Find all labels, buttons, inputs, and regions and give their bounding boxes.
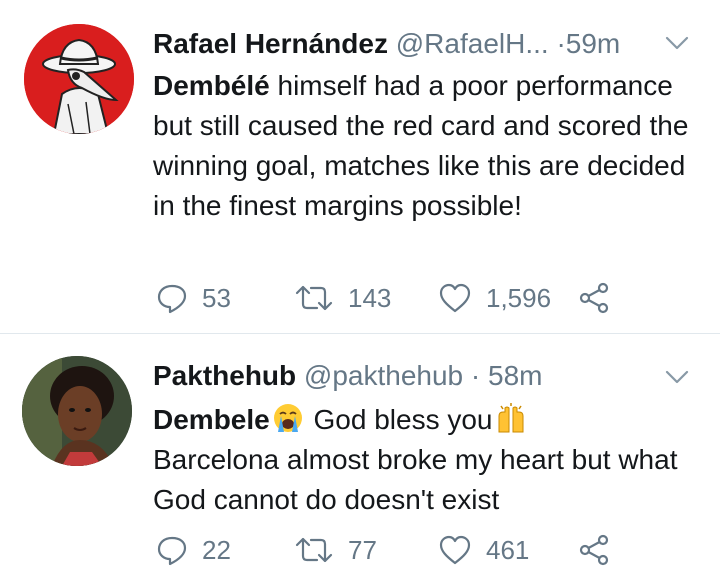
chevron-down-icon[interactable] xyxy=(664,368,690,386)
author-handle[interactable]: @RafaelH... xyxy=(396,28,549,59)
heart-icon xyxy=(439,283,471,313)
retweet-button[interactable]: 143 xyxy=(294,278,391,318)
chevron-down-icon[interactable] xyxy=(664,34,690,52)
like-button[interactable]: 1,596 xyxy=(438,278,551,318)
tweet[interactable]: Rafael Hernández @RafaelH... ·59m Dembél… xyxy=(0,0,720,333)
tweet-text-bold: Dembele xyxy=(153,404,270,435)
heart-icon xyxy=(439,535,471,565)
tweet-text: Dembélé himself had a poor performance b… xyxy=(153,66,693,226)
tweet-text-mid: God bless you xyxy=(305,404,493,435)
crying-face-emoji-icon xyxy=(273,404,302,432)
reply-count: 53 xyxy=(202,282,231,313)
tweet-text-line2: Barcelona almost broke my heart but what… xyxy=(153,444,678,515)
tweet-actions: 53 143 1,596 xyxy=(156,278,716,318)
tweet-text: Dembele God bless you Barcelona almost b… xyxy=(153,400,693,520)
share-icon xyxy=(579,534,609,566)
timestamp[interactable]: 59m xyxy=(566,28,620,59)
retweet-icon xyxy=(295,537,333,563)
separator: · xyxy=(470,360,481,391)
author-name[interactable]: Rafael Hernández xyxy=(153,28,388,59)
tweet-actions: 22 77 461 xyxy=(156,530,716,570)
like-button[interactable]: 461 xyxy=(438,530,529,570)
plague-doctor-avatar-icon xyxy=(24,24,134,134)
share-button[interactable] xyxy=(578,530,610,570)
share-button[interactable] xyxy=(578,278,610,318)
like-count: 1,596 xyxy=(486,282,552,313)
reply-icon xyxy=(157,284,187,314)
reply-count: 22 xyxy=(202,534,231,565)
tweet-text-bold: Dembélé xyxy=(153,70,270,101)
reply-button[interactable]: 22 xyxy=(156,530,231,570)
retweet-count: 143 xyxy=(348,282,392,313)
tweet-header: Rafael Hernández @RafaelH... ·59m xyxy=(153,28,650,60)
author-handle[interactable]: @pakthehub xyxy=(304,360,463,391)
raising-hands-emoji-icon xyxy=(498,403,523,433)
retweet-count: 77 xyxy=(348,534,377,565)
tweet[interactable]: Pakthehub @pakthehub · 58m Dembele God b… xyxy=(0,334,720,588)
separator: · xyxy=(556,28,566,59)
share-icon xyxy=(579,282,609,314)
avatar[interactable] xyxy=(22,356,132,466)
avatar[interactable] xyxy=(24,24,134,134)
reply-button[interactable]: 53 xyxy=(156,278,231,318)
retweet-button[interactable]: 77 xyxy=(294,530,377,570)
tweet-header: Pakthehub @pakthehub · 58m xyxy=(153,360,650,392)
timestamp[interactable]: 58m xyxy=(488,360,542,391)
like-count: 461 xyxy=(486,534,530,565)
reply-icon xyxy=(157,536,187,566)
author-name[interactable]: Pakthehub xyxy=(153,360,296,391)
user-photo-avatar-icon xyxy=(22,356,132,466)
retweet-icon xyxy=(295,285,333,311)
